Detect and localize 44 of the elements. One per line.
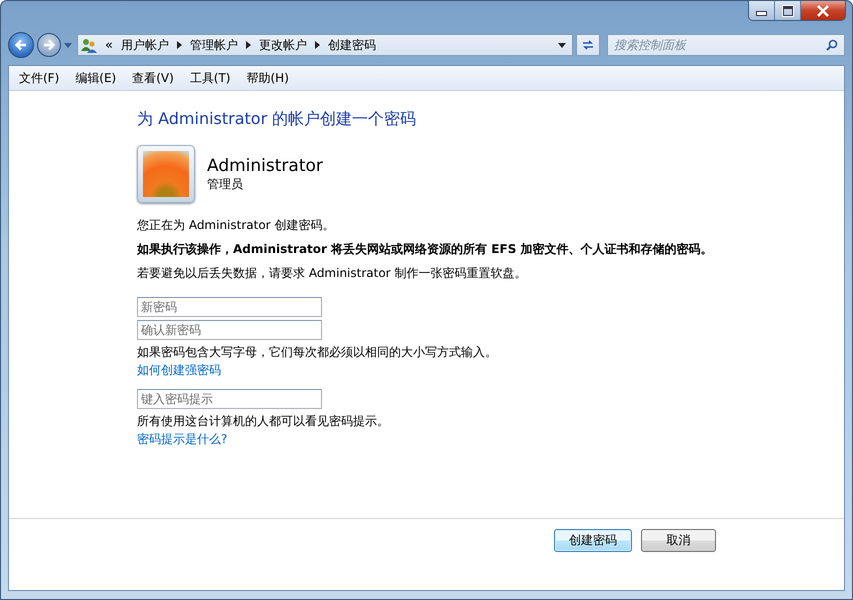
hint-text: 所有使用这台计算机的人都可以看见密码提示。 xyxy=(137,413,389,430)
note-text: 您正在为 Administrator 创建密码。 xyxy=(137,217,336,233)
search-icon xyxy=(826,39,838,51)
password-field[interactable]: 键入密码提示 xyxy=(137,389,322,409)
address-bar[interactable]: « 用户帐户 管理帐户 更改帐户 创建密码 xyxy=(77,34,573,56)
menu-item[interactable]: 文件(F) xyxy=(13,68,66,88)
overflow-mark[interactable]: « xyxy=(105,38,113,52)
menu-item[interactable]: 编辑(E) xyxy=(69,68,122,88)
dialog-button[interactable]: 取消 xyxy=(641,529,716,552)
breadcrumb-item[interactable]: 更改帐户 xyxy=(258,36,307,54)
refresh-icon xyxy=(581,38,595,52)
menu-item[interactable]: 查看(V) xyxy=(126,68,180,88)
chevron-right-icon[interactable] xyxy=(314,41,320,49)
breadcrumb-item[interactable]: 管理帐户 xyxy=(190,36,238,54)
dialog-button[interactable]: 创建密码 xyxy=(554,529,632,552)
minimize-button[interactable] xyxy=(749,1,775,20)
maximize-button[interactable] xyxy=(775,1,801,20)
account-role: 管理员 xyxy=(207,176,243,192)
help-link[interactable]: 密码提示是什么? xyxy=(137,430,228,448)
arrow-right-icon xyxy=(42,38,56,52)
note-text: 如果执行该操作，Administrator 将丢失网站或网络资源的所有 EFS 加密文件、个人证书和存储的密码。 xyxy=(137,241,714,257)
chevron-right-icon[interactable] xyxy=(246,41,251,49)
password-field[interactable]: 新密码 xyxy=(137,297,322,317)
breadcrumb-item[interactable]: 创建密码 xyxy=(328,36,376,54)
dropdown-arrow-icon[interactable] xyxy=(558,42,566,48)
close-button[interactable] xyxy=(801,1,845,20)
help-link[interactable]: 如何创建强密码 xyxy=(137,361,221,379)
menu-item[interactable]: 工具(T) xyxy=(184,68,236,88)
close-icon xyxy=(816,4,830,16)
breadcrumb-item[interactable]: 用户帐户 xyxy=(120,36,169,54)
forward-button[interactable] xyxy=(37,33,61,57)
menu-item[interactable]: 帮助(H) xyxy=(240,68,295,88)
chevron-right-icon[interactable] xyxy=(176,41,182,49)
arrow-left-icon xyxy=(14,38,28,52)
hint-text: 如果密码包含大写字母，它们每次都必须以相同的大小写方式输入。 xyxy=(137,344,497,361)
note-text: 若要避免以后丢失数据，请要求 Administrator 制作一张密码重置软盘。 xyxy=(137,265,528,281)
users-icon xyxy=(81,37,97,53)
back-button[interactable] xyxy=(8,32,34,58)
account-name: Administrator xyxy=(207,156,323,176)
search-field[interactable]: 搜索控制面板 xyxy=(607,34,845,56)
page-title: 为 Administrator 的帐户创建一个密码 xyxy=(137,109,418,130)
refresh-button[interactable] xyxy=(576,34,600,56)
password-field[interactable]: 确认新密码 xyxy=(137,320,322,340)
account-picture xyxy=(137,145,195,203)
